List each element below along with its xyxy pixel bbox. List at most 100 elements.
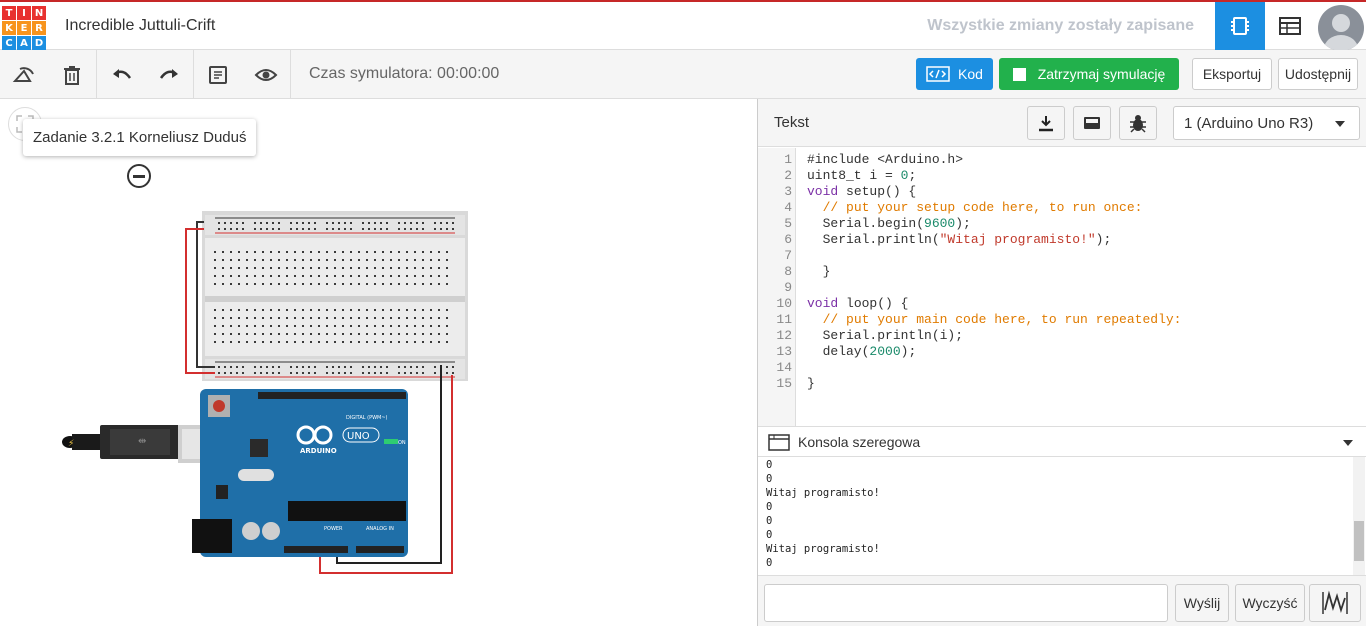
code-line: 11 // put your main code here, to run re… xyxy=(758,312,1366,328)
trash-icon xyxy=(64,66,80,85)
circuit-canvas[interactable]: Zadanie 3.2.1 Korneliusz Duduś ⇹ ⚡ ARDUI… xyxy=(0,99,757,626)
serial-output-line: 0 xyxy=(766,459,773,471)
svg-text:⇹: ⇹ xyxy=(138,436,146,447)
code-line: 1 #include <Arduino.h> xyxy=(758,152,1366,168)
tinkercad-logo[interactable]: TIN KER CAD xyxy=(2,6,46,50)
library-button[interactable] xyxy=(1073,106,1111,140)
editor-mode-label[interactable]: Tekst xyxy=(774,114,809,131)
code-button-label: Kod xyxy=(958,66,983,82)
serial-output-line: 0 xyxy=(766,515,773,527)
redo-button[interactable] xyxy=(154,60,184,90)
line-number: 11 xyxy=(776,312,792,327)
console-icon xyxy=(768,434,790,451)
svg-text:⚡: ⚡ xyxy=(68,439,74,449)
send-button[interactable]: Wyślij xyxy=(1175,584,1229,622)
line-number: 7 xyxy=(784,248,792,263)
code-text: void loop() { xyxy=(807,296,909,311)
graph-icon xyxy=(1322,590,1348,614)
serial-input-row: Wyślij Wyczyść xyxy=(758,575,1366,626)
code-line: 2 uint8_t i = 0; xyxy=(758,168,1366,184)
chevron-down-icon xyxy=(1335,121,1345,127)
note-icon xyxy=(209,66,227,84)
line-number: 8 xyxy=(784,264,792,279)
delete-button[interactable] xyxy=(57,60,87,90)
code-line: 13 delay(2000); xyxy=(758,344,1366,360)
serial-input[interactable] xyxy=(764,584,1168,622)
library-icon xyxy=(1084,117,1100,129)
rotate-button[interactable] xyxy=(9,60,39,90)
device-select[interactable]: 1 (Arduino Uno R3) xyxy=(1173,106,1360,140)
clear-button[interactable]: Wyczyść xyxy=(1235,584,1305,622)
code-text: Serial.println(i); xyxy=(807,328,964,343)
line-number: 5 xyxy=(784,216,792,231)
save-status: Wszystkie zmiany zostały zapisane xyxy=(927,17,1194,34)
serial-output-line: 0 xyxy=(766,529,773,541)
line-number: 3 xyxy=(784,184,792,199)
arduino-uno-board[interactable]: ARDUINO UNO DIGITAL (PWM~) POWER ANALOG … xyxy=(192,389,408,557)
code-line: 15} xyxy=(758,376,1366,392)
svg-text:UNO: UNO xyxy=(347,431,370,442)
notes-button[interactable] xyxy=(203,60,233,90)
debugger-button[interactable] xyxy=(1119,106,1157,140)
bug-icon xyxy=(1130,115,1146,133)
serial-output-line: 0 xyxy=(766,557,773,569)
logo-letter: E xyxy=(17,21,31,35)
plotter-button[interactable] xyxy=(1309,584,1361,622)
component-list-button[interactable] xyxy=(1265,2,1315,50)
code-icon xyxy=(926,66,950,82)
logo-letter: I xyxy=(17,6,31,20)
code-text: void setup() { xyxy=(807,184,917,199)
code-text: } xyxy=(807,264,831,279)
circuit-view-button[interactable] xyxy=(1215,2,1265,50)
visibility-button[interactable] xyxy=(251,60,281,90)
download-code-button[interactable] xyxy=(1027,106,1065,140)
main-toolbar: Czas symulatora: 00:00:00 Kod Zatrzymaj … xyxy=(0,50,1366,99)
code-line: 12 Serial.println(i); xyxy=(758,328,1366,344)
svg-text:POWER: POWER xyxy=(324,526,343,532)
share-button[interactable]: Udostępnij xyxy=(1278,58,1358,90)
code-line: 7 xyxy=(758,248,1366,264)
serial-output: 0 0 Witaj programisto! 0 0 0 Witaj programisto… xyxy=(758,457,1366,575)
rotate-icon xyxy=(12,67,34,82)
line-number: 1 xyxy=(784,152,792,167)
undo-button[interactable] xyxy=(107,60,137,90)
line-number: 4 xyxy=(784,200,792,215)
line-number: 15 xyxy=(776,376,792,391)
logo-letter: T xyxy=(2,6,16,20)
code-text: } xyxy=(807,376,815,391)
code-line: 8 } xyxy=(758,264,1366,280)
code-text: #include <Arduino.h> xyxy=(807,152,964,167)
logo-letter: C xyxy=(2,36,16,50)
user-avatar[interactable] xyxy=(1318,5,1364,51)
stop-icon xyxy=(1012,67,1026,81)
circuit-drawing: ⇹ ⚡ ARDUINO UNO DIGITAL (PWM~) POWER ANA… xyxy=(62,211,468,574)
serial-output-line: 0 xyxy=(766,501,773,513)
code-editor[interactable]: 1 #include <Arduino.h> 2 uint8_t i = 0; 3 voi… xyxy=(758,148,1366,426)
svg-text:DIGITAL (PWM~): DIGITAL (PWM~) xyxy=(346,415,388,421)
collapse-console-icon[interactable] xyxy=(1343,440,1353,446)
top-bar: TIN KER CAD Incredible Juttuli-Crift Wszys… xyxy=(0,0,1366,51)
code-line: 9 xyxy=(758,280,1366,296)
export-button[interactable]: Eksportuj xyxy=(1192,58,1272,90)
serial-output-line: Witaj programisto! xyxy=(766,543,880,555)
svg-text:ANALOG IN: ANALOG IN xyxy=(366,526,394,532)
code-line: 5 Serial.begin(9600); xyxy=(758,216,1366,232)
code-line: 3 void setup() { xyxy=(758,184,1366,200)
code-line: 4 // put your setup code here, to run on… xyxy=(758,200,1366,216)
line-number: 9 xyxy=(784,280,792,295)
stop-simulation-label: Zatrzymaj symulację xyxy=(1037,66,1166,82)
breadboard[interactable] xyxy=(202,211,468,381)
project-title[interactable]: Incredible Juttuli-Crift xyxy=(65,17,215,35)
code-panel: Tekst 1 (Arduino Uno R3) 1 #include <Ardu… xyxy=(757,99,1366,626)
code-text: Serial.println("Witaj programisto!"); xyxy=(807,232,1112,247)
serial-monitor-header[interactable]: Konsola szeregowa xyxy=(758,426,1366,457)
svg-text:ARDUINO: ARDUINO xyxy=(300,447,337,455)
logo-letter: A xyxy=(17,36,31,50)
eye-icon xyxy=(254,69,278,81)
serial-output-scrollbar[interactable] xyxy=(1353,457,1365,575)
line-number: 6 xyxy=(784,232,792,247)
simulator-time: Czas symulatora: 00:00:00 xyxy=(309,65,500,82)
stop-simulation-button[interactable]: Zatrzymaj symulację xyxy=(999,58,1179,90)
logo-letter: R xyxy=(32,21,46,35)
code-button[interactable]: Kod xyxy=(916,58,993,90)
